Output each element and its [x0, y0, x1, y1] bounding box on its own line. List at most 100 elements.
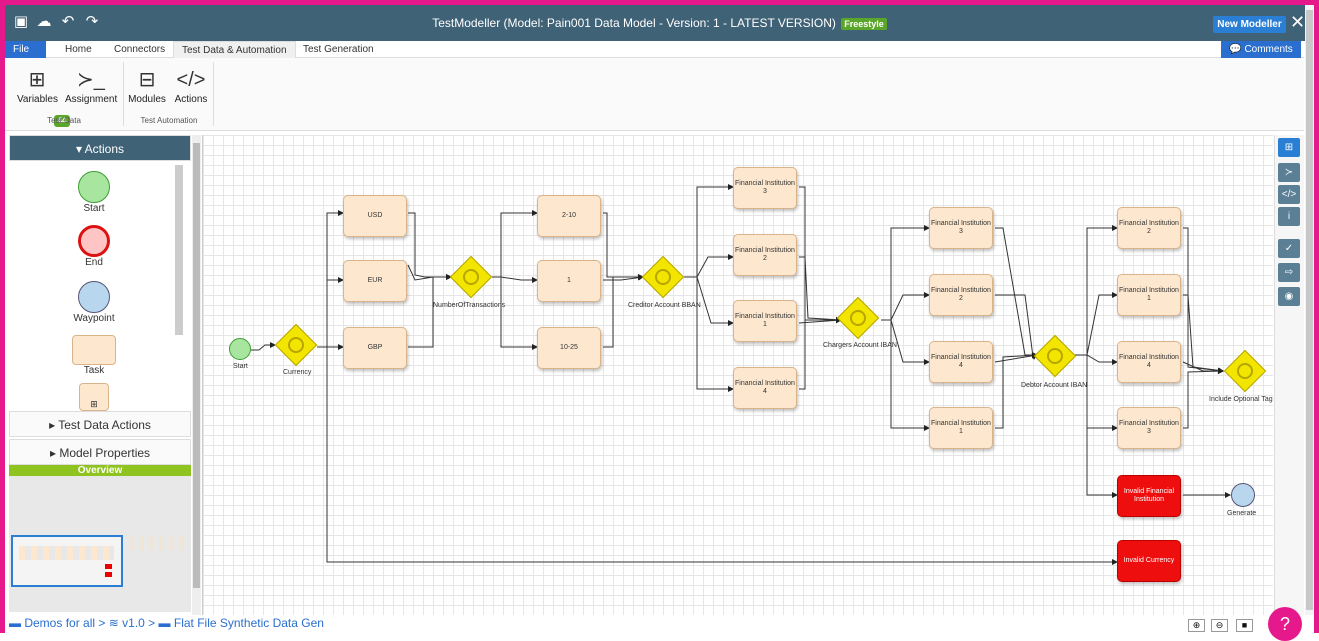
assignment-label: Assignment	[65, 94, 118, 105]
tab-test-generation[interactable]: Test Generation	[295, 41, 382, 58]
subprocess-shape[interactable]: ⊞	[9, 383, 179, 411]
variables-label: Variables	[17, 94, 58, 105]
zoom-in-icon[interactable]: ⊕	[1188, 619, 1205, 632]
variables-button[interactable]: ⊞ Variables	[17, 66, 58, 105]
task-creditor-fi2[interactable]: Financial Institution 2	[733, 234, 797, 276]
overview-minimap[interactable]	[9, 476, 191, 612]
zoom-out-icon[interactable]: ⊖	[1211, 619, 1228, 632]
title-bar: ▣ ☁ ↶ ↷ TestModeller (Model: Pain001 Dat…	[5, 5, 1314, 41]
comments-icon: 💬	[1229, 44, 1242, 55]
gateway-ring-icon	[1047, 348, 1063, 364]
gateway-ring-icon	[288, 337, 304, 353]
include-optional-label: Include Optional Tag	[1209, 396, 1273, 403]
freestyle-badge: Freestyle	[841, 18, 887, 30]
task-creditor-fi3[interactable]: Financial Institution 3	[733, 167, 797, 209]
waypoint-shape[interactable]: Waypoint	[9, 281, 179, 324]
eye-icon[interactable]: ◉	[1278, 287, 1300, 306]
task-eur[interactable]: EUR	[343, 260, 407, 302]
gateway-ring-icon	[655, 269, 671, 285]
assignment-button[interactable]: ≻_ Assignment	[65, 66, 117, 105]
gateway-ring-icon	[850, 310, 866, 326]
minimap-nodes-faded	[129, 536, 184, 550]
info-icon[interactable]: i	[1278, 207, 1300, 226]
start-node[interactable]	[229, 338, 251, 360]
task-creditor-fi1[interactable]: Financial Institution 1	[733, 300, 797, 342]
task-range-2-10[interactable]: 2-10	[537, 195, 601, 237]
actions-button[interactable]: </> Actions	[171, 66, 211, 105]
task-range-10-25[interactable]: 10-25	[537, 327, 601, 369]
model-canvas[interactable]: Start Currency NumberOfTransactions Cred…	[202, 135, 1273, 615]
fit-icon[interactable]: ■	[1236, 619, 1253, 632]
scrollbar-thumb[interactable]	[1306, 10, 1313, 610]
task-chargers-fi2[interactable]: Financial Institution 2	[929, 274, 993, 316]
tab-home[interactable]: Home	[57, 41, 100, 58]
task-debtor-fi1[interactable]: Financial Institution 1	[1117, 274, 1181, 316]
actions-panel-header[interactable]: ▾ Actions	[9, 135, 191, 161]
currency-label: Currency	[283, 369, 312, 376]
folder-icon: ▬	[9, 615, 21, 630]
task-debtor-fi3[interactable]: Financial Institution 3	[1117, 407, 1181, 449]
modules-button[interactable]: ⊟ Modules	[127, 66, 167, 105]
gateway-ring-icon	[463, 269, 479, 285]
arrow-right-icon[interactable]: ⇨	[1278, 263, 1300, 282]
breadcrumb-root[interactable]: Demos for all	[24, 616, 95, 630]
chargers-iban-label: Chargers Account IBAN	[823, 342, 897, 349]
task-invalid-fi[interactable]: Invalid Financial Institution	[1117, 475, 1181, 517]
task-creditor-fi4[interactable]: Financial Institution 4	[733, 367, 797, 409]
gateway-ring-icon	[1237, 363, 1253, 379]
minimap-error-node	[105, 564, 112, 569]
task-gbp[interactable]: GBP	[343, 327, 407, 369]
group-test-data: Test Data	[47, 116, 81, 125]
end-shape[interactable]: End	[9, 225, 179, 268]
task-box-icon	[72, 335, 116, 365]
task-shape[interactable]: Task	[9, 335, 179, 376]
task-one[interactable]: 1	[537, 260, 601, 302]
waypoint-circle-icon	[78, 281, 110, 313]
task-chargers-fi3[interactable]: Financial Institution 3	[929, 207, 993, 249]
task-invalid-currency[interactable]: Invalid Currency	[1117, 540, 1181, 582]
minimap-nodes	[19, 546, 114, 560]
breadcrumb-folder[interactable]: Flat File Synthetic Data Gen	[174, 616, 324, 630]
close-icon[interactable]: ✕	[1290, 12, 1305, 33]
file-menu[interactable]: File ⌄	[5, 41, 46, 72]
table-icon[interactable]: ⊞	[1278, 138, 1300, 157]
generate-node[interactable]	[1231, 483, 1255, 507]
test-data-actions-header[interactable]: ▸ Test Data Actions	[9, 411, 191, 437]
start-shape[interactable]: Start	[9, 171, 179, 214]
modules-label: Modules	[128, 94, 166, 105]
task-usd[interactable]: USD	[343, 195, 407, 237]
task-shape-label: Task	[83, 365, 105, 376]
check-icon[interactable]: ✓	[1278, 239, 1300, 258]
creditor-bban-label: Creditor Account BBAN	[628, 302, 701, 309]
code-icon[interactable]: </>	[1278, 185, 1300, 204]
ribbon-divider	[123, 62, 124, 126]
actions-scrollbar[interactable]	[175, 165, 183, 335]
terminal-icon[interactable]: ≻	[1278, 163, 1300, 182]
task-debtor-fi2[interactable]: Financial Institution 2	[1117, 207, 1181, 249]
new-modeller-button[interactable]: New Modeller	[1213, 16, 1286, 33]
caret-down-icon: ▾	[75, 142, 82, 156]
comments-button[interactable]: 💬 Comments	[1221, 41, 1301, 58]
module-icon: ⊟	[138, 69, 156, 91]
start-shape-label: Start	[83, 203, 105, 214]
page-scrollbar[interactable]	[1305, 5, 1314, 615]
terminal-icon: ≻_	[77, 69, 105, 91]
end-circle-icon	[78, 225, 110, 257]
left-panel-scrollbar[interactable]	[192, 135, 201, 615]
task-chargers-fi4[interactable]: Financial Institution 4	[929, 341, 993, 383]
start-circle-icon	[78, 171, 110, 203]
breadcrumb-version[interactable]: v1.0	[122, 616, 145, 630]
help-icon[interactable]: ?	[1268, 607, 1302, 641]
scrollbar-thumb[interactable]	[193, 143, 200, 588]
viewport-rectangle[interactable]	[11, 535, 123, 587]
tab-connectors[interactable]: Connectors	[106, 41, 173, 58]
model-properties-header[interactable]: ▸ Model Properties	[9, 439, 191, 465]
caret-right-icon: ▸	[49, 418, 56, 432]
window-title: TestModeller (Model: Pain001 Data Model …	[5, 16, 1314, 30]
left-panel: ▾ Actions Start End Waypoint Task ⊞ ▸ Te…	[9, 135, 191, 615]
tab-test-data-automation[interactable]: Test Data & Automation	[173, 41, 296, 58]
task-chargers-fi1[interactable]: Financial Institution 1	[929, 407, 993, 449]
minimap-error-node	[105, 572, 112, 577]
task-debtor-fi4[interactable]: Financial Institution 4	[1117, 341, 1181, 383]
ribbon-divider	[213, 62, 214, 126]
